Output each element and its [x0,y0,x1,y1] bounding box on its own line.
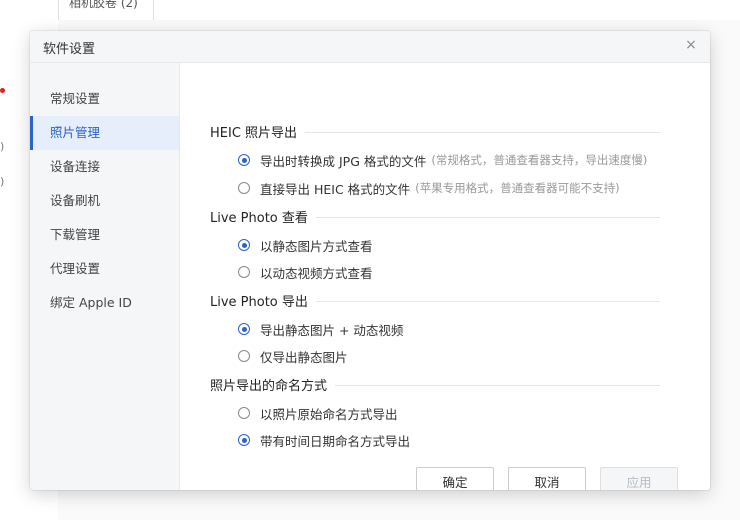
radio-button[interactable] [238,154,250,166]
radio-option-datetime-name[interactable]: 带有时间日期命名方式导出 [238,430,410,450]
sidebar-item-label: 代理设置 [50,261,101,276]
settings-content: HEIC 照片导出 导出时转换成 JPG 格式的文件 (常规格式，普通查看器支持… [180,63,710,490]
section-live-photo-view: Live Photo 查看 [210,207,660,227]
radio-button[interactable] [238,239,250,251]
sidebar-item-photo-management[interactable]: 照片管理 [30,116,179,150]
section-title: 照片导出的命名方式 [210,379,336,394]
section-title: Live Photo 导出 [210,295,316,310]
radio-button[interactable] [238,407,250,419]
section-title: HEIC 照片导出 [210,126,306,141]
radio-option-export-heic[interactable]: 直接导出 HEIC 格式的文件 (苹果专用格式，普通查看器可能不支持) [238,178,620,198]
radio-option-export-image-only[interactable]: 仅导出静态图片 [238,346,348,366]
radio-option-view-video[interactable]: 以动态视频方式查看 [238,262,373,282]
settings-dialog: 软件设置 × 常规设置 照片管理 设备连接 设备刷机 下载管理 代理设置 绑定 … [30,31,710,490]
close-icon[interactable]: × [682,36,700,54]
sidebar-item-label: 设备刷机 [50,193,101,208]
cancel-button[interactable]: 取消 [508,467,586,490]
background-text-fragment: ) [0,175,5,188]
sidebar-item-bind-apple-id[interactable]: 绑定 Apple ID [30,286,179,320]
sidebar-item-label: 下载管理 [50,227,101,242]
option-label: 带有时间日期命名方式导出 [260,433,411,449]
option-label: 仅导出静态图片 [260,349,348,365]
sidebar-item-label: 常规设置 [50,91,101,106]
settings-sidebar: 常规设置 照片管理 设备连接 设备刷机 下载管理 代理设置 绑定 Apple I… [30,63,180,490]
sidebar-item-general[interactable]: 常规设置 [30,82,179,116]
sidebar-item-label: 设备连接 [50,159,101,174]
section-title: Live Photo 查看 [210,211,316,226]
section-heic-export: HEIC 照片导出 [210,122,660,142]
apply-button[interactable]: 应用 [600,467,678,490]
radio-button[interactable] [238,266,250,278]
option-note: (常规格式，普通查看器支持，导出速度慢) [431,153,648,167]
radio-button[interactable] [238,323,250,335]
sidebar-item-label: 照片管理 [50,125,101,140]
radio-option-view-static[interactable]: 以静态图片方式查看 [238,235,373,255]
section-export-naming: 照片导出的命名方式 [210,375,660,395]
dialog-title: 软件设置 [43,42,96,57]
option-note: (苹果专用格式，普通查看器可能不支持) [415,181,620,195]
radio-option-original-name[interactable]: 以照片原始命名方式导出 [238,403,398,423]
radio-button[interactable] [238,182,250,194]
dialog-titlebar: 软件设置 × [30,31,710,63]
sidebar-item-download-management[interactable]: 下载管理 [30,218,179,252]
radio-button[interactable] [238,350,250,362]
option-label: 导出静态图片 + 动态视频 [260,322,404,338]
option-label: 以静态图片方式查看 [260,238,373,254]
option-label: 直接导出 HEIC 格式的文件 [260,181,411,197]
option-label: 以照片原始命名方式导出 [260,406,398,422]
sidebar-item-label: 绑定 Apple ID [50,295,132,310]
sidebar-item-proxy-settings[interactable]: 代理设置 [30,252,179,286]
background-text-fragment: ) [0,140,5,153]
confirm-button[interactable]: 确定 [416,467,494,490]
background-tab[interactable]: 相机胶卷 (2) [58,0,154,20]
notification-dot [0,88,5,93]
option-label: 导出时转换成 JPG 格式的文件 [260,153,427,169]
sidebar-item-device-connection[interactable]: 设备连接 [30,150,179,184]
radio-button[interactable] [238,434,250,446]
section-live-photo-export: Live Photo 导出 [210,291,660,311]
radio-option-convert-jpg[interactable]: 导出时转换成 JPG 格式的文件 (常规格式，普通查看器支持，导出速度慢) [238,150,647,170]
option-label: 以动态视频方式查看 [260,265,373,281]
sidebar-item-device-flash[interactable]: 设备刷机 [30,184,179,218]
radio-option-export-image-video[interactable]: 导出静态图片 + 动态视频 [238,319,403,339]
